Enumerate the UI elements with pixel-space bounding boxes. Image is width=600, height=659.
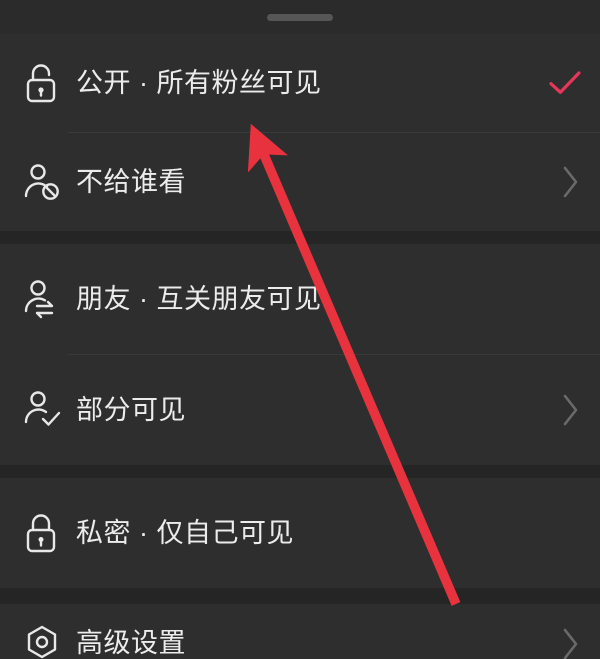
person-exchange-icon (14, 271, 70, 327)
option-label: 不给谁看 (76, 166, 186, 197)
section-group-1: 公开 · 所有粉丝可见 不给谁看 (0, 34, 600, 231)
lock-icon (14, 505, 70, 561)
option-label: 高级设置 (76, 628, 186, 658)
option-row-partial[interactable]: 部分可见 (0, 355, 600, 465)
option-row-friends[interactable]: 朋友 · 互关朋友可见 (0, 244, 600, 354)
option-row-public[interactable]: 公开 · 所有粉丝可见 (0, 34, 600, 132)
section-gap-3 (0, 588, 600, 604)
drag-handle[interactable] (267, 13, 333, 21)
section-group-3: 私密 · 仅自己可见 (0, 478, 600, 588)
privacy-visibility-sheet: 公开 · 所有粉丝可见 不给谁看 朋友 · 互关朋友可见 部分可见 私密 · 仅… (0, 0, 600, 659)
section-gap-2 (0, 465, 600, 478)
options-list: 公开 · 所有粉丝可见 不给谁看 朋友 · 互关朋友可见 部分可见 私密 · 仅… (0, 34, 600, 659)
option-label: 公开 · 所有粉丝可见 (76, 67, 322, 98)
section-group-2: 朋友 · 互关朋友可见 部分可见 (0, 244, 600, 465)
chevron-right-icon[interactable] (548, 391, 582, 429)
check-icon (548, 66, 582, 100)
option-label: 私密 · 仅自己可见 (76, 517, 294, 548)
unlock-icon (14, 55, 70, 111)
section-gap-1 (0, 231, 600, 244)
person-check-icon (14, 382, 70, 438)
sheet-drag-handle-area[interactable] (0, 0, 600, 34)
option-row-private[interactable]: 私密 · 仅自己可见 (0, 478, 600, 588)
settings-hexagon-icon (14, 616, 70, 659)
section-group-4: 高级设置 (0, 604, 600, 659)
option-row-advanced-settings[interactable]: 高级设置 (0, 604, 600, 659)
option-label: 部分可见 (76, 394, 186, 425)
chevron-right-icon[interactable] (548, 625, 582, 659)
chevron-right-icon[interactable] (548, 163, 582, 201)
option-label: 朋友 · 互关朋友可见 (76, 283, 322, 314)
option-row-block-list[interactable]: 不给谁看 (0, 133, 600, 231)
person-block-icon (14, 154, 70, 210)
